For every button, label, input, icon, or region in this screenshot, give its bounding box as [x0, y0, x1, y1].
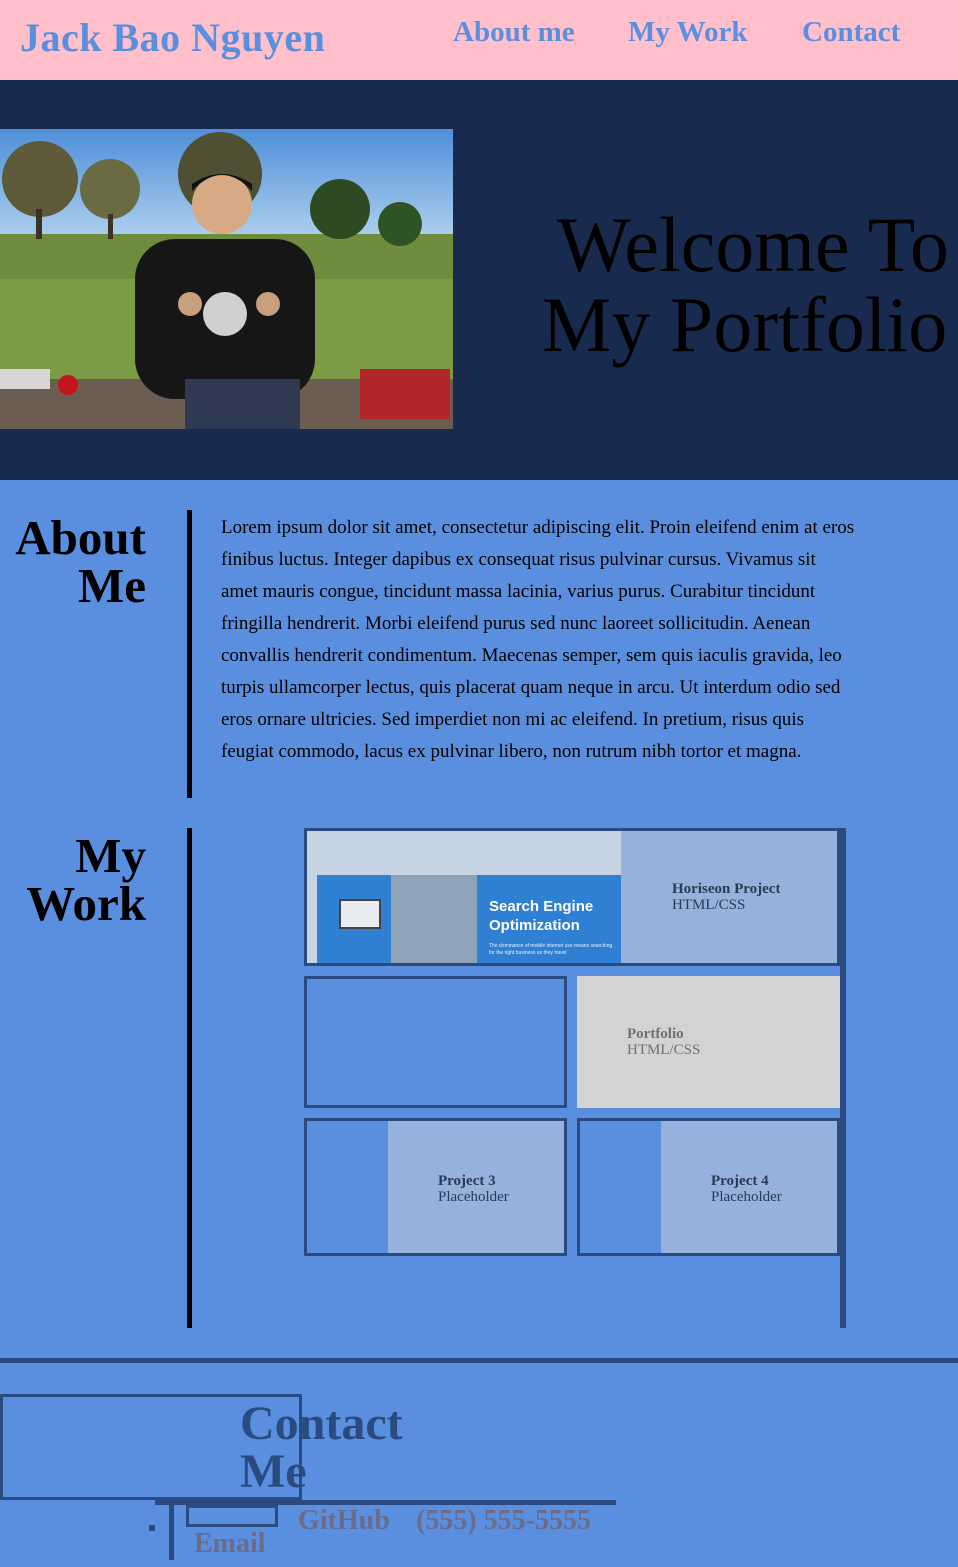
bullet-dot-icon	[149, 1525, 155, 1531]
about-title-line-1: About	[15, 510, 146, 565]
project-4-label: Project 4 Placeholder	[711, 1173, 782, 1205]
nav-link-about[interactable]: About me	[453, 16, 575, 49]
profile-photo	[0, 129, 453, 429]
hero-title-line-2: My Portfolio	[542, 281, 948, 368]
portfolio-label: Portfolio HTML/CSS	[627, 1026, 700, 1058]
footer-divider	[0, 1358, 958, 1363]
project-tech: HTML/CSS	[672, 897, 746, 913]
horiseon-label-panel: Horiseon Project HTML/CSS	[621, 831, 837, 963]
project-card-4[interactable]: Project 4 Placeholder	[577, 1118, 840, 1256]
email-link[interactable]: Email	[194, 1528, 266, 1560]
project-name: Project 4	[711, 1173, 769, 1189]
project-tech: Placeholder	[438, 1189, 509, 1205]
project-card-3[interactable]: Project 3 Placeholder	[304, 1118, 567, 1256]
project-tech: Placeholder	[711, 1189, 782, 1205]
horiseon-thumbnail: Search Engine Optimization The dominance…	[307, 831, 621, 963]
work-frame-border	[840, 828, 846, 1328]
about-body: Lorem ipsum dolor sit amet, consectetur …	[221, 517, 855, 762]
seo-heading: Search Engine Optimization	[489, 898, 594, 934]
project-3-label: Project 3 Placeholder	[438, 1173, 509, 1205]
seo-subtext: The dominance of mobile internet use mea…	[489, 943, 613, 956]
project-name: Portfolio	[627, 1026, 684, 1042]
hero-section: Welcome To My Portfolio	[0, 80, 958, 480]
project-tech: HTML/CSS	[627, 1042, 701, 1058]
project-name: Project 3	[438, 1173, 496, 1189]
work-title: My Work	[26, 828, 146, 931]
contact-vertical-line	[169, 1500, 174, 1560]
about-title: About Me	[15, 510, 146, 613]
email-box	[186, 1505, 278, 1527]
project-name: Horiseon Project	[672, 881, 781, 897]
work-divider	[187, 828, 192, 1328]
project-card-horiseon[interactable]: Search Engine Optimization The dominance…	[304, 828, 840, 966]
contact-title: Contact Me	[240, 1400, 403, 1496]
project-3-panel: Project 3 Placeholder	[388, 1121, 564, 1253]
github-link[interactable]: GitHub	[298, 1505, 390, 1537]
about-title-line-2: Me	[78, 558, 146, 613]
phone-link[interactable]: (555) 555-5555	[416, 1505, 591, 1537]
work-title-line-1: My	[75, 828, 146, 883]
nav-link-work[interactable]: My Work	[628, 16, 748, 49]
project-4-panel: Project 4 Placeholder	[661, 1121, 837, 1253]
horiseon-label: Horiseon Project HTML/CSS	[672, 881, 780, 913]
hero-title-line-1: Welcome To	[557, 201, 949, 288]
desk-photo	[391, 875, 477, 963]
project-card-empty[interactable]	[304, 976, 567, 1108]
project-card-portfolio[interactable]: Portfolio HTML/CSS	[577, 976, 840, 1108]
contact-title-line-1: Contact	[240, 1397, 403, 1450]
work-title-line-2: Work	[26, 876, 146, 931]
about-divider	[187, 510, 192, 798]
contact-title-line-2: Me	[240, 1445, 307, 1498]
nav-link-contact[interactable]: Contact	[802, 16, 900, 49]
site-header: Jack Bao Nguyen About me My Work Contact	[0, 0, 958, 80]
laptop-icon	[339, 899, 381, 929]
site-brand[interactable]: Jack Bao Nguyen	[20, 14, 325, 61]
